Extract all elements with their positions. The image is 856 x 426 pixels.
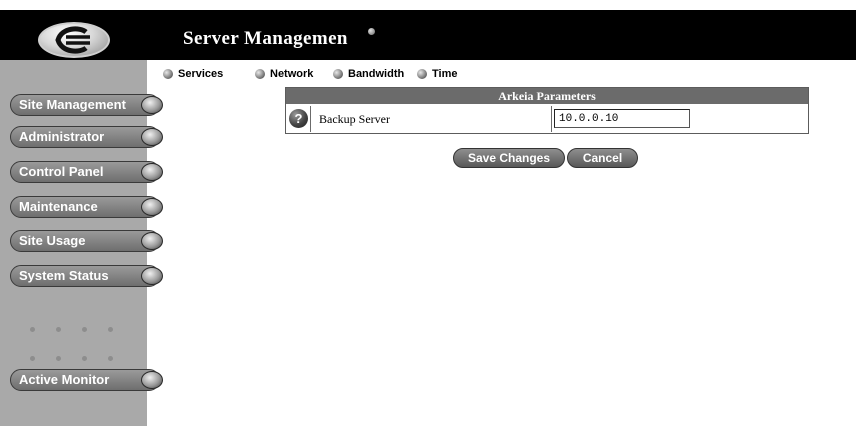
help-icon[interactable]: ? [289, 109, 308, 128]
sidebar-item-site-usage[interactable]: Site Usage [10, 230, 163, 252]
save-changes-button[interactable]: Save Changes [453, 148, 565, 168]
knob-icon [141, 128, 163, 146]
bullet-icon [417, 69, 427, 79]
cancel-button[interactable]: Cancel [567, 148, 638, 168]
title-bullet-icon [368, 28, 375, 35]
knob-icon [141, 232, 163, 250]
sidebar-item-maintenance[interactable]: Maintenance [10, 196, 163, 218]
sidebar-item-system-status[interactable]: System Status [10, 265, 163, 287]
tab-network[interactable]: Network [255, 66, 313, 82]
bullet-icon [255, 69, 265, 79]
knob-icon [141, 198, 163, 216]
tab-label: Time [432, 68, 458, 80]
knob-icon [141, 267, 163, 285]
tab-label: Network [270, 68, 314, 80]
sidebar-item-label: Maintenance [19, 199, 98, 214]
sidebar-item-label: Control Panel [19, 164, 104, 179]
tab-services[interactable]: Services [163, 66, 223, 82]
sidebar-item-administrator[interactable]: Administrator [10, 126, 163, 148]
knob-icon [141, 96, 163, 114]
tab-label: Bandwidth [348, 68, 405, 80]
help-cell: ? [286, 106, 311, 132]
header-bar: Server Managemen [0, 10, 856, 60]
bullet-icon [333, 69, 343, 79]
bullet-icon [163, 69, 173, 79]
parameters-table: Arkeia Parameters ? Backup Server [285, 87, 809, 134]
sidebar-item-site-management[interactable]: Site Management [10, 94, 163, 116]
sidebar-item-label: Site Management [19, 97, 126, 112]
decorative-dots [20, 325, 140, 335]
backup-server-input[interactable] [554, 109, 690, 128]
sidebar-item-active-monitor[interactable]: Active Monitor [10, 369, 163, 391]
sidebar-item-label: System Status [19, 268, 109, 283]
tab-label: Services [178, 68, 224, 80]
decorative-dots [20, 354, 140, 364]
sidebar-item-label: Site Usage [19, 233, 86, 248]
knob-icon [141, 371, 163, 389]
page-title: Server Managemen [183, 28, 348, 49]
column-divider [551, 106, 552, 132]
tab-bandwidth[interactable]: Bandwidth [333, 66, 404, 82]
logo-icon[interactable] [38, 22, 110, 58]
sidebar-item-label: Active Monitor [19, 372, 110, 387]
tab-time[interactable]: Time [417, 66, 457, 82]
sidebar-item-control-panel[interactable]: Control Panel [10, 161, 163, 183]
table-row: ? Backup Server [286, 106, 808, 132]
parameters-heading: Arkeia Parameters [286, 88, 808, 104]
backup-server-label: Backup Server [319, 112, 390, 126]
sidebar-item-label: Administrator [19, 129, 105, 144]
knob-icon [141, 163, 163, 181]
